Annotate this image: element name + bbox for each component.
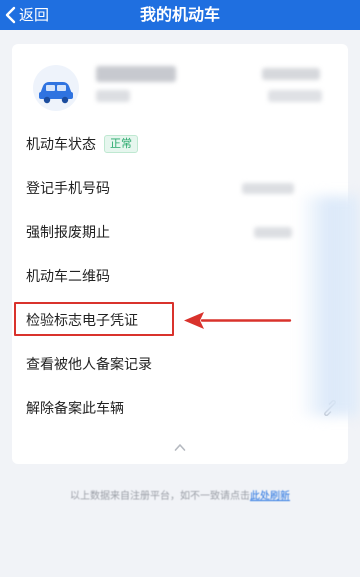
footer-note: 以上数据来自注册平台，如不一致请点击此处刷新 <box>0 490 360 504</box>
refresh-link[interactable]: 此处刷新 <box>250 491 290 502</box>
row-label: 检验标志电子凭证 <box>26 313 138 329</box>
row-label: 机动车二维码 <box>26 269 110 285</box>
unlink-icon <box>324 400 336 416</box>
row-label: 解除备案此车辆 <box>26 401 124 417</box>
vehicle-plate-redacted <box>96 66 176 82</box>
row-label: 机动车状态 <box>26 137 96 153</box>
footer-note-text: 以上数据来自注册平台，如不一致请点击 <box>70 491 250 502</box>
vehicle-type-redacted <box>96 90 130 102</box>
row-inspection-certificate[interactable]: 检验标志电子凭证 <box>12 298 348 342</box>
phone-value-redacted <box>242 182 294 194</box>
vehicle-date-redacted <box>268 90 322 102</box>
top-bar: 返回 我的机动车 <box>0 0 360 30</box>
arrow-left-icon <box>184 312 292 329</box>
row-vehicle-qrcode[interactable]: 机动车二维码 <box>12 254 348 298</box>
row-label: 强制报废期止 <box>26 225 110 241</box>
row-remove-filing[interactable]: 解除备案此车辆 <box>12 386 348 430</box>
row-label: 查看被他人备案记录 <box>26 357 152 373</box>
row-vehicle-status[interactable]: 机动车状态 正常 <box>12 122 348 166</box>
row-registered-phone[interactable]: 登记手机号码 <box>12 166 348 210</box>
car-icon <box>33 65 79 111</box>
status-badge: 正常 <box>104 135 138 153</box>
row-label: 登记手机号码 <box>26 181 110 197</box>
row-filing-records[interactable]: 查看被他人备案记录 <box>12 342 348 386</box>
vehicle-card: 机动车状态 正常 登记手机号码 强制报废期止 机动车二维码 检验标志电子凭证 查… <box>12 44 348 464</box>
page-title: 我的机动车 <box>139 5 220 24</box>
deadline-value-redacted <box>254 226 292 238</box>
vehicle-info-redacted <box>262 68 320 80</box>
chevron-up-icon[interactable] <box>174 442 186 452</box>
row-scrap-deadline[interactable]: 强制报废期止 <box>12 210 348 254</box>
